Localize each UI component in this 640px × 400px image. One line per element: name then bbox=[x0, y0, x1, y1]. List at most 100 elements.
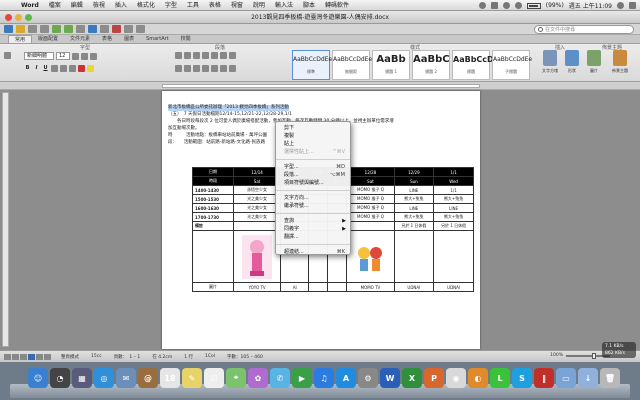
picture-button[interactable]: 圖片 bbox=[584, 50, 604, 74]
text-box-button[interactable]: 文字方塊 bbox=[540, 50, 560, 74]
align-left-icon[interactable] bbox=[175, 65, 182, 72]
bold-icon[interactable]: B bbox=[24, 65, 31, 72]
numbering-icon[interactable] bbox=[184, 52, 191, 59]
tab-layout[interactable]: 版面配置 bbox=[32, 35, 64, 43]
borders-icon[interactable] bbox=[229, 65, 236, 72]
clear-format-icon[interactable] bbox=[90, 52, 97, 60]
table-cell[interactable] bbox=[232, 230, 282, 283]
table-cell[interactable]: UDNAI bbox=[393, 282, 435, 292]
doc-line-2[interactable]: （五） 7 天假日活動檔期12/14-15,12/21-22,12/28-29,… bbox=[168, 112, 292, 118]
fullscreen-view-icon[interactable] bbox=[44, 353, 51, 360]
context-menu-item[interactable]: 複製 bbox=[276, 132, 350, 140]
font-color-icon[interactable] bbox=[78, 65, 85, 72]
style-heading-1[interactable]: AaBb 標題 1 bbox=[372, 50, 410, 80]
appstore-icon[interactable]: A bbox=[336, 368, 356, 388]
table-cell[interactable]: LINE bbox=[433, 203, 474, 213]
clock[interactable]: 週五 上午11:09 bbox=[569, 1, 612, 10]
bullets-icon[interactable] bbox=[175, 52, 182, 59]
paste-icon[interactable] bbox=[4, 52, 11, 59]
font-size-select[interactable]: 12 bbox=[56, 52, 70, 60]
zoom-icon[interactable] bbox=[124, 25, 133, 33]
table-cell[interactable]: LINE bbox=[393, 185, 435, 195]
character-image-pink[interactable] bbox=[242, 234, 273, 279]
folder-icon[interactable]: ▭ bbox=[556, 368, 576, 388]
context-menu-item[interactable]: 文字方向... bbox=[276, 194, 350, 202]
align-right-icon[interactable] bbox=[193, 65, 200, 72]
tab-tables[interactable]: 表格 bbox=[96, 35, 118, 43]
word-icon[interactable]: W bbox=[380, 368, 400, 388]
time-slot-cell[interactable]: 備註 bbox=[192, 221, 234, 231]
battery-icon[interactable] bbox=[526, 2, 541, 9]
zoom-slider-knob[interactable] bbox=[592, 352, 597, 359]
format-painter-icon[interactable] bbox=[76, 25, 85, 33]
character-image-monkeys[interactable] bbox=[355, 235, 385, 279]
table-cell[interactable]: 圖片 bbox=[192, 282, 234, 292]
calendar-icon[interactable]: 18 bbox=[160, 368, 180, 388]
table-cell[interactable]: AI bbox=[280, 282, 310, 292]
justify-icon[interactable] bbox=[202, 65, 209, 72]
table-cell[interactable]: 熊大+兔兔 bbox=[393, 194, 435, 204]
table-cell[interactable] bbox=[192, 230, 234, 283]
messages-icon[interactable]: ✆ bbox=[270, 368, 290, 388]
ruler-track[interactable] bbox=[162, 84, 480, 88]
menu-file[interactable]: 檔案 bbox=[44, 0, 66, 11]
parallels-icon[interactable]: ‖ bbox=[534, 368, 554, 388]
table-cell[interactable] bbox=[327, 282, 348, 292]
context-menu-item[interactable]: 超連結... ⌘K bbox=[276, 248, 350, 256]
line-spacing-icon[interactable] bbox=[211, 65, 218, 72]
spotlight-icon[interactable] bbox=[617, 2, 624, 9]
help-icon[interactable] bbox=[136, 25, 145, 33]
volume-icon[interactable] bbox=[514, 2, 522, 9]
outline-view-icon[interactable] bbox=[12, 353, 19, 360]
horizontal-ruler[interactable] bbox=[0, 82, 640, 90]
menu-font[interactable]: 字型 bbox=[160, 0, 182, 11]
mission-control-icon[interactable]: ▦ bbox=[72, 368, 92, 388]
table-cell[interactable]: 另於 1 日休假 bbox=[433, 221, 474, 231]
itunes-icon[interactable]: ♫ bbox=[314, 368, 334, 388]
time-slot-cell[interactable]: 1700-1730 bbox=[192, 212, 234, 222]
downloads-icon[interactable]: ↓ bbox=[578, 368, 598, 388]
underline-icon[interactable]: U bbox=[42, 65, 49, 72]
context-menu-item[interactable]: 查詢 ▶ bbox=[276, 217, 350, 225]
shading-icon[interactable] bbox=[220, 65, 227, 72]
wifi-icon[interactable] bbox=[502, 2, 510, 9]
menu-insert[interactable]: 插入 bbox=[110, 0, 132, 11]
publishing-view-icon[interactable] bbox=[20, 353, 27, 360]
table-cell[interactable]: 1/1 bbox=[433, 185, 474, 195]
table-cell[interactable]: UDNAI bbox=[433, 282, 474, 292]
style-title[interactable]: AaBbCcD 標題 bbox=[452, 50, 494, 80]
doc-line-6[interactable]: 段： 活動範圍：站前路-新站路-文化路-民族路 bbox=[168, 140, 265, 146]
tab-document-elements[interactable]: 文件元素 bbox=[64, 35, 96, 43]
trash-icon[interactable]: 🗑 bbox=[600, 368, 620, 388]
context-menu-item[interactable]: 段落... ⌥⌘M bbox=[276, 171, 350, 179]
menu-tools[interactable]: 工具 bbox=[182, 0, 204, 11]
redo-icon[interactable] bbox=[64, 25, 73, 33]
table-cell[interactable]: 熊大+兔兔 bbox=[393, 212, 435, 222]
doc-line-1[interactable]: 新北市板橋區公所委託辦理「2013 觀見四季板橋」系列活動 bbox=[168, 105, 289, 111]
show-marks-icon[interactable] bbox=[229, 52, 236, 59]
dashboard-icon[interactable]: ◔ bbox=[50, 368, 70, 388]
table-cell[interactable]: 光之美少女 bbox=[232, 212, 282, 222]
context-menu-item[interactable]: 繼承符號... bbox=[276, 202, 350, 210]
contacts-icon[interactable]: @ bbox=[138, 368, 158, 388]
preferences-icon[interactable]: ⚙ bbox=[358, 368, 378, 388]
context-menu-item[interactable]: 項目符號與編號... bbox=[276, 179, 350, 187]
context-menu-item[interactable]: 同義字 ▶ bbox=[276, 225, 350, 233]
table-cell[interactable] bbox=[346, 221, 395, 231]
strikethrough-icon[interactable] bbox=[51, 65, 58, 72]
menu-scripts[interactable]: 腳本 bbox=[298, 0, 320, 11]
table-cell[interactable] bbox=[346, 230, 395, 283]
notebook-view-icon[interactable] bbox=[36, 353, 43, 360]
table-cell[interactable]: 另於 1 日休假 bbox=[393, 221, 435, 231]
font-name-select[interactable]: 新細明體 bbox=[24, 52, 54, 60]
style-heading-2[interactable]: AaBbC 標題 2 bbox=[412, 50, 450, 80]
menu-table[interactable]: 表格 bbox=[204, 0, 226, 11]
time-slot-cell[interactable]: 1400-1430 bbox=[192, 185, 234, 195]
menu-format[interactable]: 格式化 bbox=[132, 0, 160, 11]
draft-view-icon[interactable] bbox=[4, 353, 11, 360]
context-menu-item[interactable]: 剪下 bbox=[276, 124, 350, 132]
chrome-icon[interactable]: ◉ bbox=[446, 368, 466, 388]
table-cell[interactable]: MOMO 猴子 Q bbox=[346, 212, 395, 222]
table-cell[interactable] bbox=[232, 221, 282, 231]
search-document-input[interactable]: 在文件中搜尋 bbox=[534, 25, 634, 34]
